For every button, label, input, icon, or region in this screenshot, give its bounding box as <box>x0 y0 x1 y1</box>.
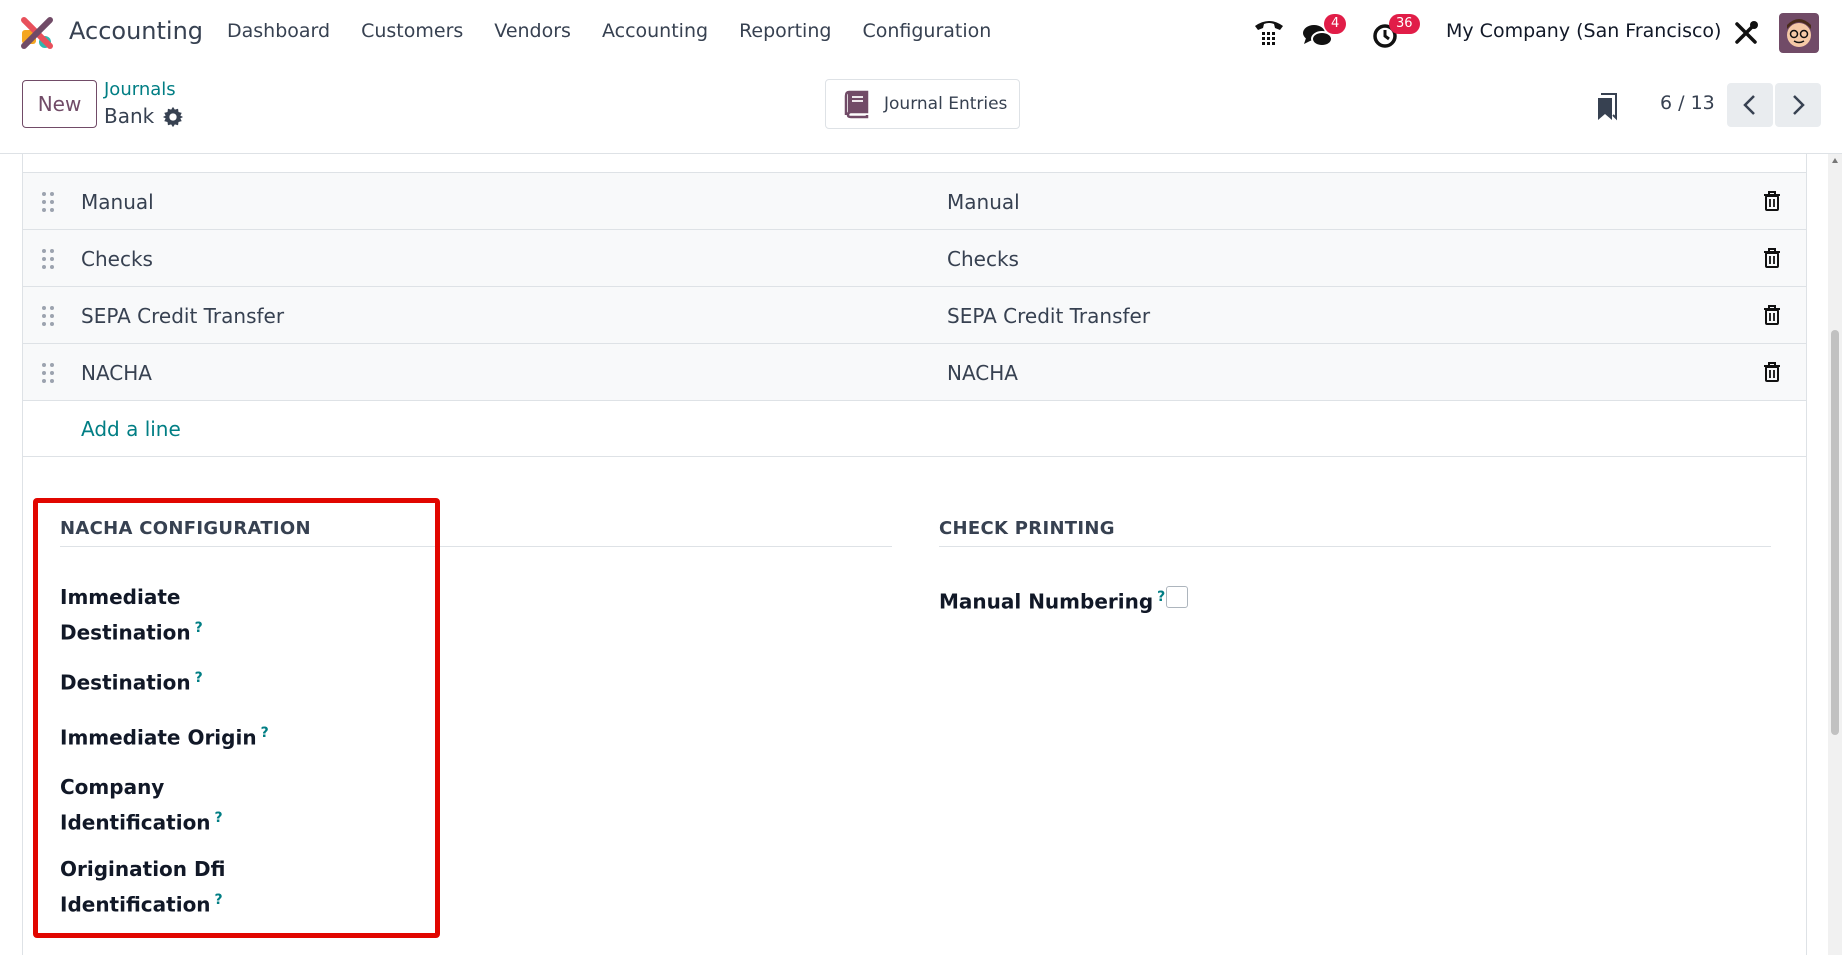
pager-previous-button[interactable] <box>1727 83 1773 127</box>
app-logo-icon[interactable] <box>20 16 54 50</box>
field-manual-numbering[interactable]: Manual Numbering? <box>939 582 1165 618</box>
chevron-right-icon <box>1793 95 1805 115</box>
trash-icon[interactable] <box>1763 248 1781 268</box>
payment-method-name[interactable]: SEPA Credit Transfer <box>81 304 284 328</box>
pager-value[interactable]: 6 / 13 <box>1660 92 1715 114</box>
payment-method-name[interactable]: Manual <box>81 190 154 214</box>
book-icon <box>844 90 869 119</box>
scroll-up-arrow-icon[interactable] <box>1832 158 1838 163</box>
new-button[interactable]: New <box>22 80 97 128</box>
messages-icon[interactable]: 4 <box>1302 14 1347 54</box>
payment-method-name[interactable]: Checks <box>81 247 153 271</box>
control-panel: New Journals Bank Journal Entries 6 / 13 <box>0 66 1842 154</box>
drag-handle-icon[interactable] <box>41 191 55 213</box>
user-avatar[interactable] <box>1779 13 1819 53</box>
trash-icon[interactable] <box>1763 362 1781 382</box>
gear-icon[interactable] <box>162 106 184 128</box>
trash-icon[interactable] <box>1763 305 1781 325</box>
trash-icon[interactable] <box>1763 191 1781 211</box>
menu-item-reporting[interactable]: Reporting <box>739 20 831 42</box>
journal-entries-button[interactable]: Journal Entries <box>825 79 1020 129</box>
breadcrumb-current-record: Bank <box>104 104 155 128</box>
payment-methods-table: Manual Manual Checks Checks SEPA Credit … <box>23 172 1806 457</box>
breadcrumb-journals[interactable]: Journals <box>104 79 176 100</box>
bookmark-icon[interactable] <box>1596 92 1618 122</box>
drag-handle-icon[interactable] <box>41 248 55 270</box>
company-switcher[interactable]: My Company (San Francisco) <box>1446 20 1721 42</box>
menu-item-vendors[interactable]: Vendors <box>494 20 571 42</box>
app-name[interactable]: Accounting <box>69 17 203 45</box>
scrollbar-thumb[interactable] <box>1831 330 1839 735</box>
add-line-row: Add a line <box>23 400 1806 457</box>
main-menu: Dashboard Customers Vendors Accounting R… <box>227 20 1022 42</box>
payment-method-label[interactable]: SEPA Credit Transfer <box>947 304 1150 328</box>
table-row[interactable]: Manual Manual <box>23 172 1806 229</box>
menu-item-accounting[interactable]: Accounting <box>602 20 708 42</box>
drag-handle-icon[interactable] <box>41 305 55 327</box>
chevron-left-icon <box>1743 95 1755 115</box>
payment-method-label[interactable]: NACHA <box>947 361 1018 385</box>
table-row[interactable]: NACHA NACHA <box>23 343 1806 400</box>
activity-badge: 36 <box>1389 14 1420 34</box>
payment-method-label[interactable]: Checks <box>947 247 1019 271</box>
pager-next-button[interactable] <box>1775 83 1821 127</box>
drag-handle-icon[interactable] <box>41 362 55 384</box>
table-row[interactable]: SEPA Credit Transfer SEPA Credit Transfe… <box>23 286 1806 343</box>
activity-icon[interactable]: 36 <box>1369 14 1420 54</box>
messages-badge: 4 <box>1324 14 1347 34</box>
journal-entries-label: Journal Entries <box>884 94 1008 114</box>
help-tooltip-icon[interactable]: ? <box>1157 589 1165 605</box>
payment-method-name[interactable]: NACHA <box>81 361 152 385</box>
phone-icon[interactable] <box>1252 14 1286 54</box>
table-row[interactable]: Checks Checks <box>23 229 1806 286</box>
top-navbar: Accounting Dashboard Customers Vendors A… <box>0 0 1842 66</box>
menu-item-configuration[interactable]: Configuration <box>862 20 991 42</box>
check-printing-section-title: CHECK PRINTING <box>939 518 1115 539</box>
menu-item-customers[interactable]: Customers <box>361 20 463 42</box>
check-printing-section-divider <box>939 546 1771 547</box>
debug-tools-icon[interactable] <box>1733 20 1759 46</box>
payment-method-label[interactable]: Manual <box>947 190 1020 214</box>
add-a-line-link[interactable]: Add a line <box>81 417 181 441</box>
annotation-highlight-box <box>33 498 440 938</box>
manual-numbering-checkbox[interactable] <box>1166 586 1188 608</box>
menu-item-dashboard[interactable]: Dashboard <box>227 20 330 42</box>
